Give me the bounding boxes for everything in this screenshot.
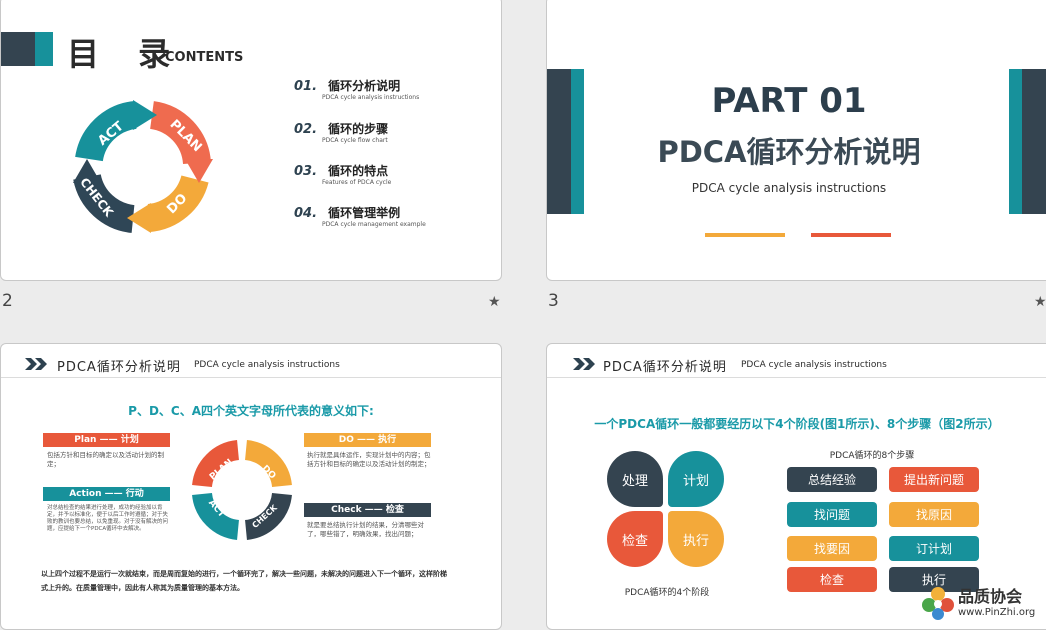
step-item: 提出新问题	[889, 467, 979, 492]
toc-item-en: PDCA cycle analysis instructions	[322, 94, 420, 101]
title-bar-teal	[35, 32, 53, 66]
phase-chuli: 处理	[607, 451, 663, 507]
header-subtitle: PDCA cycle analysis instructions	[741, 360, 887, 370]
flower-logo-icon	[922, 587, 954, 620]
toc-item-num: 04.	[294, 206, 318, 221]
star-icon[interactable]: ★	[1034, 294, 1046, 310]
pdca-cycle-diagram-small: PLAN DO CHECK ACT	[192, 440, 292, 540]
check-tag: Check —— 检查	[304, 503, 431, 517]
slide-4[interactable]: PDCA循环分析说明 PDCA cycle analysis instructi…	[0, 343, 502, 630]
step-item: 找要因	[787, 536, 877, 561]
plan-tag: Plan —— 计划	[43, 433, 170, 447]
toc-item-en: PDCA cycle management example	[322, 221, 426, 228]
do-tag: DO —— 执行	[304, 433, 431, 447]
step-item: 找问题	[787, 502, 877, 527]
slide5-question: 一个PDCA循环一般都要经历以下4个阶段(图1所示)、8个步骤（图2所示）	[594, 417, 1000, 431]
check-desc: 就是要总结执行计划的结果，分清哪些对了，哪些错了，明确效果，找出问题；	[307, 521, 424, 538]
watermark-url: www.PinZhi.org	[958, 607, 1036, 618]
accent-line-orange	[811, 233, 891, 237]
toc-item-num: 01.	[294, 79, 318, 94]
section-subtitle: PDCA cycle analysis instructions	[691, 181, 887, 195]
toc-subtitle: CONTENTS	[165, 50, 244, 65]
plan-desc: 包括方针和目标的确定以及活动计划的制定；	[47, 451, 164, 468]
header-divider	[1, 377, 501, 378]
toc-item-3[interactable]: 03. 循环的特点 Features of PDCA cycle	[294, 160, 391, 186]
action-desc: 对总结检查的结果进行处理，成功的经验加以肯定，并予以标准化，便于以后工作时遵循；…	[47, 505, 169, 532]
action-tag: Action —— 行动	[43, 487, 170, 501]
accent-line-yellow	[705, 233, 785, 237]
toc-item-label: 循环分析说明	[328, 79, 401, 93]
toc-item-label: 循环的特点	[328, 164, 389, 178]
double-chevron-icon	[573, 358, 595, 370]
do-desc: 执行就是具体运作，实现计划中的内容；包括方针和目标的确定以及活动计划的制定；	[307, 451, 431, 468]
part-number: PART 01	[711, 81, 867, 121]
toc-item-en: Features of PDCA cycle	[322, 179, 392, 186]
header-title: PDCA循环分析说明	[603, 360, 727, 375]
step-item: 找原因	[889, 502, 979, 527]
header-divider	[547, 377, 1046, 378]
watermark: 品质协会 www.PinZhi.org	[920, 583, 1044, 623]
slide-2[interactable]: 目 录 CONTENTS ACT PLAN DO CHECK 01. 循环分析说…	[0, 0, 502, 281]
step-item: 订计划	[889, 536, 979, 561]
toc-item-2[interactable]: 02. 循环的步骤 PDCA cycle flow chart	[294, 118, 388, 144]
steps-title: PDCA循环的8个步骤	[829, 451, 915, 461]
step-item: 检查	[787, 567, 877, 592]
toc-item-en: PDCA cycle flow chart	[322, 137, 388, 144]
toc-item-label: 循环的步骤	[328, 122, 389, 136]
title-bar-navy	[1, 32, 35, 66]
toc-item-1[interactable]: 01. 循环分析说明 PDCA cycle analysis instructi…	[294, 75, 419, 101]
toc-item-label: 循环管理举例	[328, 206, 401, 220]
phase-jiancha: 检查	[607, 511, 663, 567]
phases-caption: PDCA循环的4个阶段	[624, 588, 710, 598]
toc-item-num: 02.	[294, 122, 318, 137]
star-icon[interactable]: ★	[488, 294, 501, 310]
watermark-name: 品质协会	[958, 587, 1023, 606]
double-chevron-icon	[25, 358, 47, 370]
toc-item-num: 03.	[294, 164, 318, 179]
header-title: PDCA循环分析说明	[57, 360, 181, 375]
step-item: 总结经验	[787, 467, 877, 492]
slide-3[interactable]: PART 01 PDCA循环分析说明 PDCA cycle analysis i…	[546, 0, 1046, 281]
slide-number-2: 2	[2, 291, 13, 311]
section-title: PDCA循环分析说明	[657, 135, 921, 169]
toc-item-4[interactable]: 04. 循环管理举例 PDCA cycle management example	[294, 202, 426, 228]
phase-jihua: 计划	[668, 451, 724, 507]
slide-number-3: 3	[548, 291, 559, 311]
slide4-footer: 以上四个过程不是运行一次就结束，而是周而复始的进行，一个循环完了，解决一些问题，…	[41, 570, 447, 592]
slide4-question: P、D、C、A四个英文字母所代表的意义如下:	[128, 404, 374, 418]
phase-zhixing: 执行	[668, 511, 724, 567]
header-subtitle: PDCA cycle analysis instructions	[194, 360, 340, 370]
pdca-cycle-diagram: ACT PLAN DO CHECK	[73, 100, 213, 233]
